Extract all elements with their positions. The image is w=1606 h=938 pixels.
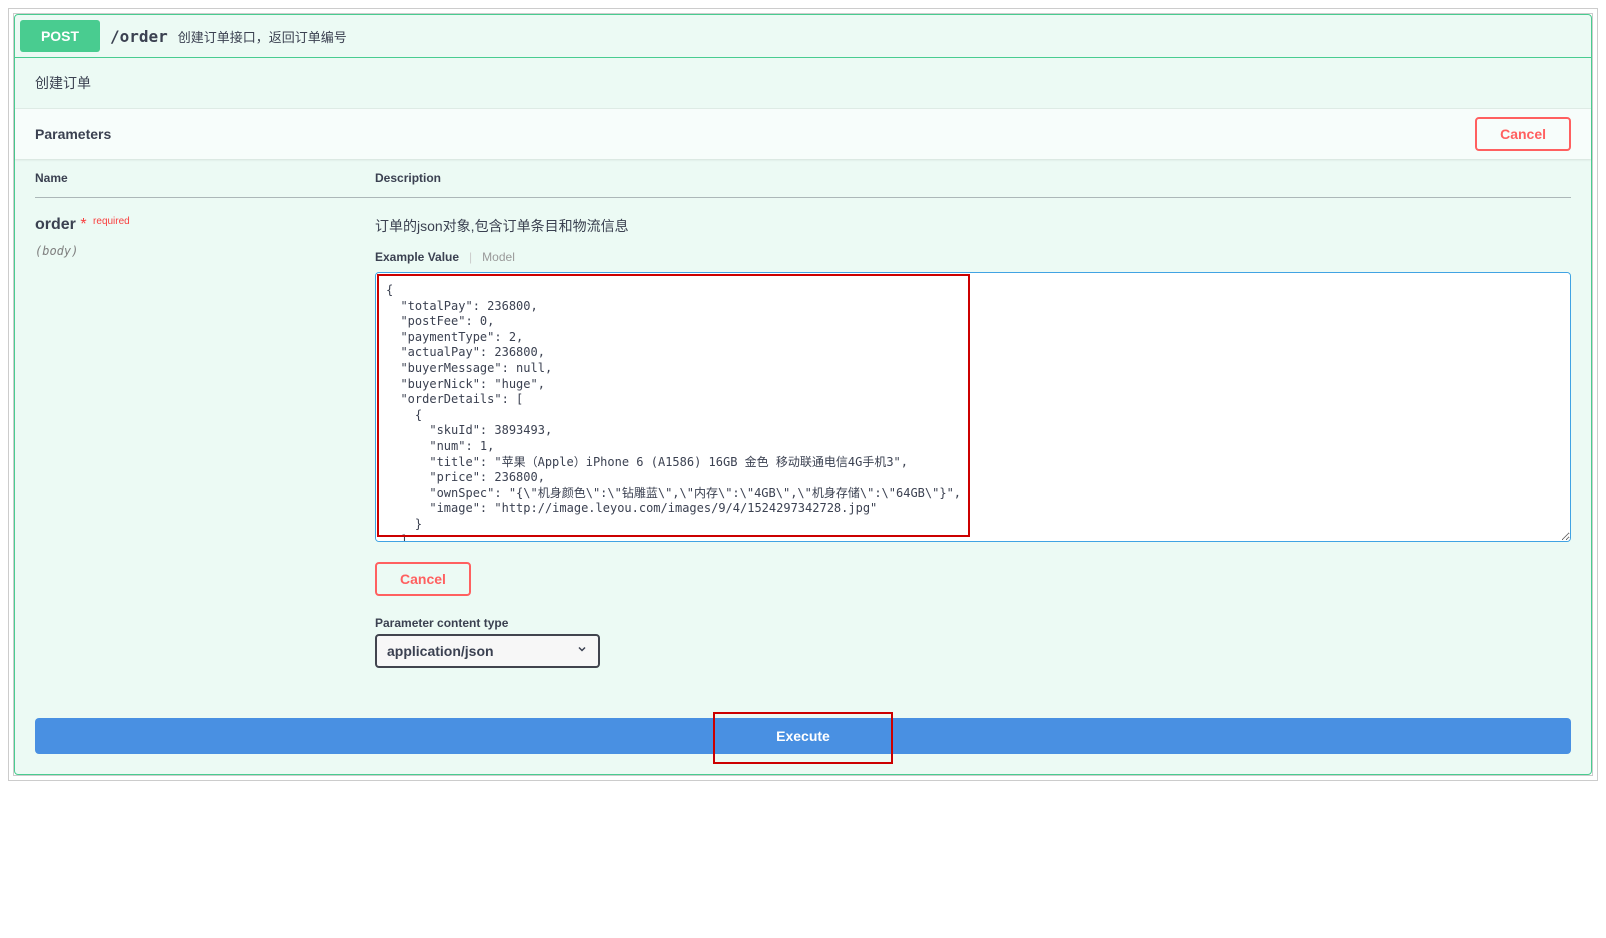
param-name: order xyxy=(35,216,76,233)
content-type-select[interactable]: application/json xyxy=(375,634,600,668)
endpoint-path: /order xyxy=(110,27,168,46)
opblock-post: POST /order 创建订单接口，返回订单编号 创建订单 Parameter… xyxy=(14,14,1592,775)
parameters-title: Parameters xyxy=(35,126,111,142)
opblock-description: 创建订单 xyxy=(15,58,1591,109)
try-it-out-cancel-button[interactable]: Cancel xyxy=(1475,117,1571,151)
tab-model[interactable]: Model xyxy=(482,250,515,264)
body-textarea[interactable] xyxy=(375,272,1571,542)
required-label: required xyxy=(91,216,130,227)
tab-example-value[interactable]: Example Value xyxy=(375,250,459,264)
method-badge: POST xyxy=(20,20,100,52)
parameters-header: Parameters Cancel xyxy=(15,109,1591,159)
content-type-label: Parameter content type xyxy=(375,616,1571,630)
opblock-summary[interactable]: POST /order 创建订单接口，返回订单编号 xyxy=(15,15,1591,58)
param-description: 订单的json对象,包含订单条目和物流信息 xyxy=(375,216,1571,236)
parameter-row: order * required (body) 订单的json对象,包含订单条目… xyxy=(35,198,1571,679)
execute-button[interactable]: Execute xyxy=(35,718,1571,754)
param-in: (body) xyxy=(35,244,375,258)
column-name-header: Name xyxy=(35,159,375,198)
body-cancel-button[interactable]: Cancel xyxy=(375,562,471,596)
required-star: * xyxy=(80,216,86,233)
column-description-header: Description xyxy=(375,159,1571,198)
endpoint-summary: 创建订单接口，返回订单编号 xyxy=(178,27,347,46)
